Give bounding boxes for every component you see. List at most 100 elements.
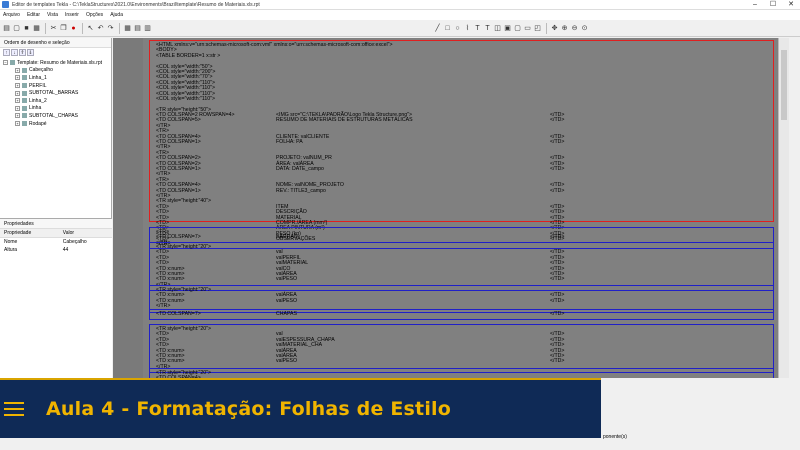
- code-content: CHAPAS: [276, 311, 297, 317]
- symbol-icon[interactable]: ◫: [493, 24, 502, 33]
- tree-item-label: Linha_2: [29, 97, 47, 104]
- section-node-icon: [22, 67, 27, 73]
- redo-icon[interactable]: ↷: [106, 24, 115, 33]
- rectangle-icon[interactable]: □: [443, 24, 452, 33]
- tree-item[interactable]: + PERFIL: [3, 82, 108, 90]
- zoom-out-icon[interactable]: ⊖: [570, 24, 579, 33]
- menu-ajuda[interactable]: Ajuda: [110, 12, 123, 18]
- lesson-banner: Aula 4 - Formatação: Folhas de Estilo: [0, 378, 601, 438]
- grid-icon[interactable]: ▦: [123, 24, 132, 33]
- zoom-fit-icon[interactable]: ⊙: [580, 24, 589, 33]
- expand-icon[interactable]: +: [15, 67, 20, 73]
- text-icon[interactable]: T: [473, 24, 482, 33]
- expand-icon[interactable]: +: [15, 75, 20, 81]
- property-value[interactable]: Cabeçalho: [59, 238, 112, 247]
- section-icon[interactable]: ▭: [523, 24, 532, 33]
- frame-icon[interactable]: ▢: [513, 24, 522, 33]
- picture-icon[interactable]: ▣: [503, 24, 512, 33]
- move-bottom-icon[interactable]: ⇓: [27, 49, 34, 56]
- move-up-icon[interactable]: ↑: [3, 49, 10, 56]
- canvas-margin: [113, 38, 143, 378]
- layout-icon[interactable]: ▤: [133, 24, 142, 33]
- move-down-icon[interactable]: ↓: [11, 49, 18, 56]
- new-file-icon[interactable]: ▢: [12, 24, 21, 33]
- tree-panel-caption: Ordem de desenho e seleção: [0, 38, 111, 48]
- section-node-icon: [22, 75, 27, 81]
- toolbar-separator: [45, 22, 46, 34]
- maximize-button[interactable]: ☐: [764, 0, 782, 10]
- zoom-in-icon[interactable]: ⊕: [560, 24, 569, 33]
- expand-icon[interactable]: +: [15, 113, 20, 119]
- status-bar: ponente(s): [601, 432, 800, 442]
- menu-bar: Arquivo Editar Vista Inserir Opções Ajud…: [0, 10, 800, 20]
- property-name: Nome: [4, 239, 18, 245]
- tree-item[interactable]: + SUBTOTAL_BARRAS: [3, 89, 108, 97]
- menu-vista[interactable]: Vista: [47, 12, 58, 18]
- cut-icon[interactable]: ✂: [49, 24, 58, 33]
- expand-icon[interactable]: +: [15, 83, 20, 89]
- tree-item[interactable]: + Rodapé: [3, 120, 108, 128]
- pan-icon[interactable]: ✥: [550, 24, 559, 33]
- property-row[interactable]: Nome Cabeçalho: [0, 238, 112, 247]
- menu-opcoes[interactable]: Opções: [86, 12, 103, 18]
- save-icon[interactable]: ■: [22, 24, 31, 33]
- template-canvas[interactable]: <HTML xmlns:v="urn:schemas-microsoft-com…: [113, 38, 789, 378]
- undo-icon[interactable]: ↶: [96, 24, 105, 33]
- minimize-button[interactable]: –: [746, 0, 764, 10]
- pointer-icon[interactable]: ↖: [86, 24, 95, 33]
- print-icon[interactable]: ▦: [32, 24, 41, 33]
- code-line: <TD COLSPAN=7> CHAPAS </TD>: [150, 311, 773, 317]
- tree-item[interactable]: + Cabeçalho: [3, 67, 108, 75]
- circle-icon[interactable]: ○: [453, 24, 462, 33]
- section-node-icon: [22, 121, 27, 127]
- toolbar-separator: [119, 22, 120, 34]
- tree-item[interactable]: + SUBTOTAL_CHAPAS: [3, 112, 108, 120]
- tree-item[interactable]: + Linha_1: [3, 74, 108, 82]
- app-icon: [2, 1, 9, 8]
- tree-root[interactable]: − Template: Resumo de Materiais.xls.rpt: [3, 59, 108, 67]
- expand-icon[interactable]: +: [15, 105, 20, 111]
- code-tag: <TD COLSPAN=7>: [156, 311, 201, 317]
- vertical-scrollbar[interactable]: [778, 38, 789, 378]
- section-node-icon: [22, 113, 27, 119]
- section-node-icon: [22, 83, 27, 89]
- expand-icon[interactable]: +: [15, 121, 20, 127]
- linha-2-section[interactable]: <TD COLSPAN=7> CHAPAS </TD>: [149, 309, 774, 321]
- menu-inserir[interactable]: Inserir: [65, 12, 79, 18]
- component-icon[interactable]: ◰: [533, 24, 542, 33]
- property-row[interactable]: Altura 44: [0, 246, 112, 254]
- delete-icon[interactable]: ●: [69, 24, 78, 33]
- scrollbar-thumb[interactable]: [781, 50, 787, 120]
- lesson-title: Aula 4 - Formatação: Folhas de Estilo: [46, 398, 452, 420]
- line-icon[interactable]: ╱: [433, 24, 442, 33]
- template-tree: − Template: Resumo de Materiais.xls.rpt …: [0, 57, 111, 129]
- menu-arquivo[interactable]: Arquivo: [3, 12, 20, 18]
- polyline-icon[interactable]: ⌇: [463, 24, 472, 33]
- title-bar: Editor de templates Tekla - C:\TeklaStru…: [0, 0, 800, 10]
- tree-item-label: Rodapé: [29, 120, 47, 127]
- property-name: Altura: [4, 247, 18, 253]
- properties-table: Propriedade Valor Nome Cabeçalho Altura …: [0, 229, 112, 254]
- tree-item[interactable]: + Linha_2: [3, 97, 108, 105]
- open-folder-icon[interactable]: ▤: [2, 24, 11, 33]
- section-node-icon: [22, 98, 27, 104]
- expand-icon[interactable]: +: [15, 98, 20, 104]
- tree-item-label: SUBTOTAL_CHAPAS: [29, 112, 78, 119]
- toolbar: ▤ ▢ ■ ▦ ✂ ❐ ● ↖ ↶ ↷ ▦ ▤ ▥ ╱ □ ○ ⌇ T T ◫ …: [0, 20, 800, 37]
- expand-icon[interactable]: +: [15, 90, 20, 96]
- properties-caption: Propriedades: [0, 219, 112, 229]
- linha-section[interactable]: <TR style="height:"20"> <TD> val </TD> <TD…: [149, 324, 774, 374]
- header-section[interactable]: <HTML xmlns:v="urn:schemas-microsoft-com…: [149, 40, 774, 247]
- perfil-section[interactable]: <TR style="height:"20"> <TD> val </TD> <TD…: [149, 242, 774, 292]
- collapse-icon[interactable]: −: [3, 60, 8, 66]
- tree-item[interactable]: + Linha: [3, 105, 108, 113]
- table-icon[interactable]: ▥: [143, 24, 152, 33]
- section-node-icon: [22, 105, 27, 111]
- property-value[interactable]: 44: [59, 246, 112, 254]
- value-field-icon[interactable]: T: [483, 24, 492, 33]
- move-top-icon[interactable]: ⇑: [19, 49, 26, 56]
- copy-icon[interactable]: ❐: [59, 24, 68, 33]
- subtotal-chapas-section[interactable]: <TR style="height:"20"> <TD COLSPAN=4>: [149, 368, 774, 378]
- menu-editar[interactable]: Editar: [27, 12, 40, 18]
- close-button[interactable]: ✕: [782, 0, 800, 10]
